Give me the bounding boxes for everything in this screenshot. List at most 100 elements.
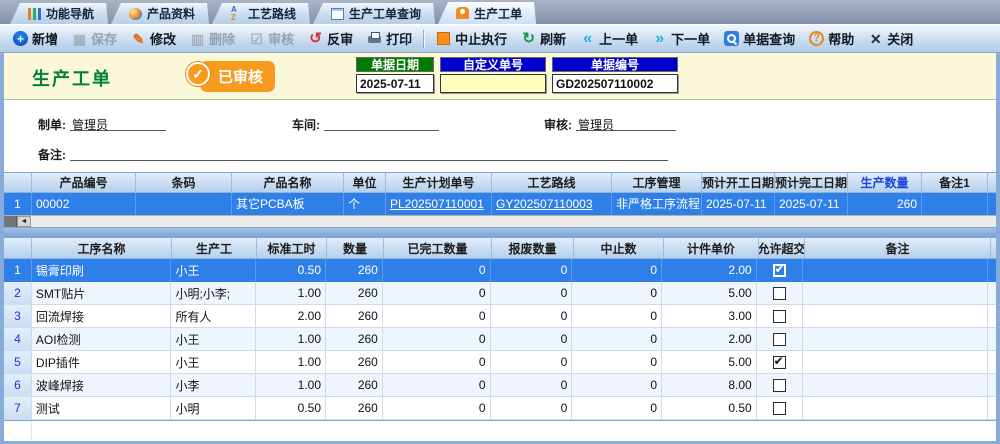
route-no-link[interactable]: GY202507110003 xyxy=(496,197,593,211)
start-date-cell[interactable]: 2025-07-11 xyxy=(702,193,775,215)
process-row[interactable]: 7 测试 小明 0.50 260 0 0 0 0.50 xyxy=(4,397,997,420)
refresh-button[interactable]: ↻ 刷新 xyxy=(514,27,573,50)
allow-over-checkbox[interactable] xyxy=(772,332,786,346)
col-process-mgmt[interactable]: 工序管理 xyxy=(612,173,702,192)
audit-button[interactable]: ☑ 审核 xyxy=(242,27,301,50)
save-button[interactable]: ▦ 保存 xyxy=(65,27,124,50)
next-doc-button[interactable]: » 下一单 xyxy=(645,27,717,50)
edit-button[interactable]: ✎ 修改 xyxy=(124,27,183,50)
note1-cell[interactable] xyxy=(922,193,988,215)
close-icon: ✕ xyxy=(869,30,882,47)
allow-over-checkbox[interactable] xyxy=(772,401,786,415)
product-name-cell[interactable]: 其它PCBA板 xyxy=(232,193,344,215)
col-halt-qty[interactable]: 中止数 xyxy=(574,238,664,258)
col-finish-date[interactable]: 预计完工日期 xyxy=(775,173,848,192)
col-qty[interactable]: 数量 xyxy=(327,238,384,258)
delete-button[interactable]: ▥ 删除 xyxy=(183,27,242,50)
col-note[interactable]: 备注 xyxy=(805,238,991,258)
process-mgmt-cell[interactable]: 非严格工序流程 xyxy=(612,193,702,215)
allow-over-checkbox[interactable] xyxy=(772,286,786,300)
workshop-field[interactable] xyxy=(324,116,439,131)
header-fields: 单据日期 2025-07-11 自定义单号 单据编号 GD20250711000… xyxy=(356,57,678,93)
tab-bar: 功能导航 产品资料 工艺路线 生产工单查询 生产工单 xyxy=(0,0,1000,24)
tab-workorder[interactable]: 生产工单 xyxy=(438,2,536,24)
custom-no-label: 自定义单号 xyxy=(440,57,546,72)
product-table-header: 产品编号 条码 产品名称 单位 生产计划单号 工艺路线 工序管理 预计开工日期 … xyxy=(4,173,996,193)
row-number: 6 xyxy=(4,374,32,397)
remark-field[interactable] xyxy=(70,146,668,161)
process-row[interactable]: 6 波峰焊接 小李 1.00 260 0 0 0 8.00 xyxy=(4,374,997,397)
tab-workorder-query[interactable]: 生产工单查询 xyxy=(313,3,435,24)
process-row[interactable]: 3 回流焊接 所有人 2.00 260 0 0 0 3.00 xyxy=(4,305,997,328)
grid-splitter[interactable] xyxy=(4,228,996,237)
toolbar-separator xyxy=(423,29,426,48)
close-button[interactable]: ✕ 关闭 xyxy=(861,27,920,50)
doc-no-value[interactable]: GD202507110002 xyxy=(552,74,678,93)
product-row[interactable]: 1 00002 其它PCBA板 个 PL202507110001 GY20250… xyxy=(4,193,996,215)
product-hscrollbar[interactable]: ◄ xyxy=(4,215,996,227)
allow-over-checkbox[interactable] xyxy=(772,262,786,277)
col-allow-over[interactable]: 允许超交 xyxy=(759,238,805,258)
col-std-hours[interactable]: 标准工时 xyxy=(257,238,327,258)
page-title: 生产工单 xyxy=(32,69,112,89)
row-header xyxy=(4,238,32,258)
auditor-field[interactable]: 管理员 xyxy=(576,116,676,132)
finish-date-cell[interactable]: 2025-07-11 xyxy=(775,193,848,215)
audit-stamp-icon: ☑ xyxy=(250,30,263,47)
print-button[interactable]: 打印 xyxy=(360,27,419,50)
process-row[interactable]: 1 锡膏印刷 小王 0.50 260 0 0 0 2.00 xyxy=(4,259,997,282)
prod-qty-cell[interactable]: 260 xyxy=(848,193,922,215)
scrollbar-track[interactable] xyxy=(31,216,996,227)
col-unit[interactable]: 单位 xyxy=(344,173,386,192)
allow-over-checkbox[interactable] xyxy=(772,378,786,392)
add-button[interactable]: + 新增 xyxy=(6,27,65,50)
col-done-qty[interactable]: 已完工数量 xyxy=(384,238,492,258)
document-icon xyxy=(331,8,344,20)
col-start-date[interactable]: 预计开工日期 xyxy=(702,173,775,192)
col-barcode[interactable]: 条码 xyxy=(136,173,232,192)
col-route[interactable]: 工艺路线 xyxy=(492,173,612,192)
process-row[interactable]: 5 DIP插件 小王 1.00 260 0 0 0 5.00 xyxy=(4,351,997,374)
col-worker[interactable]: 生产工 xyxy=(172,238,257,258)
help-button[interactable]: ? 帮助 xyxy=(802,27,861,50)
stop-execution-button[interactable]: 中止执行 xyxy=(429,27,514,50)
double-right-arrow-icon: » xyxy=(655,29,665,47)
previous-doc-button[interactable]: « 上一单 xyxy=(573,27,645,50)
process-row[interactable]: 4 AOI检测 小王 1.00 260 0 0 0 2.00 xyxy=(4,328,997,351)
tab-label: 功能导航 xyxy=(46,7,95,21)
col-prod-qty[interactable]: 生产数量 xyxy=(848,173,922,192)
double-left-arrow-icon: « xyxy=(583,29,593,47)
row-number: 2 xyxy=(4,282,32,305)
row-number: 7 xyxy=(4,397,32,420)
plan-no-link[interactable]: PL202507110001 xyxy=(390,197,484,211)
scroll-left-button[interactable]: ◄ xyxy=(17,216,31,227)
tab-process-route[interactable]: 工艺路线 xyxy=(212,3,310,24)
allow-over-checkbox[interactable] xyxy=(772,354,786,369)
remark-label: 备注: xyxy=(38,148,66,162)
tab-label: 产品资料 xyxy=(147,7,196,21)
workshop-label: 车间: xyxy=(292,118,320,132)
doc-query-button[interactable]: 单据查询 xyxy=(717,27,802,50)
barcode-cell[interactable] xyxy=(136,193,232,215)
process-row[interactable]: 2 SMT贴片 小明;小李; 1.00 260 0 0 0 5.00 xyxy=(4,282,997,305)
custom-no-input[interactable] xyxy=(440,74,546,93)
row-header-strip xyxy=(4,421,32,441)
col-product-name[interactable]: 产品名称 xyxy=(232,173,344,192)
unit-cell[interactable]: 个 xyxy=(344,193,386,215)
col-plan-no[interactable]: 生产计划单号 xyxy=(386,173,492,192)
unaudit-button[interactable]: ↺ 反审 xyxy=(301,27,360,50)
tab-label: 工艺路线 xyxy=(248,7,297,21)
col-process-name[interactable]: 工序名称 xyxy=(32,238,172,258)
maker-field[interactable]: 管理员 xyxy=(70,116,166,132)
product-code-cell[interactable]: 00002 xyxy=(32,193,136,215)
col-product-code[interactable]: 产品编号 xyxy=(32,173,136,192)
col-note1[interactable]: 备注1 xyxy=(922,173,988,192)
row-header xyxy=(4,173,32,192)
tab-product-data[interactable]: 产品资料 xyxy=(111,3,209,24)
tab-function-nav[interactable]: 功能导航 xyxy=(10,3,108,24)
col-piece-price[interactable]: 计件单价 xyxy=(664,238,759,258)
col-scrap-qty[interactable]: 报废数量 xyxy=(492,238,574,258)
allow-over-checkbox[interactable] xyxy=(772,309,786,323)
doc-date-value[interactable]: 2025-07-11 xyxy=(356,74,434,93)
row-number: 3 xyxy=(4,305,32,328)
